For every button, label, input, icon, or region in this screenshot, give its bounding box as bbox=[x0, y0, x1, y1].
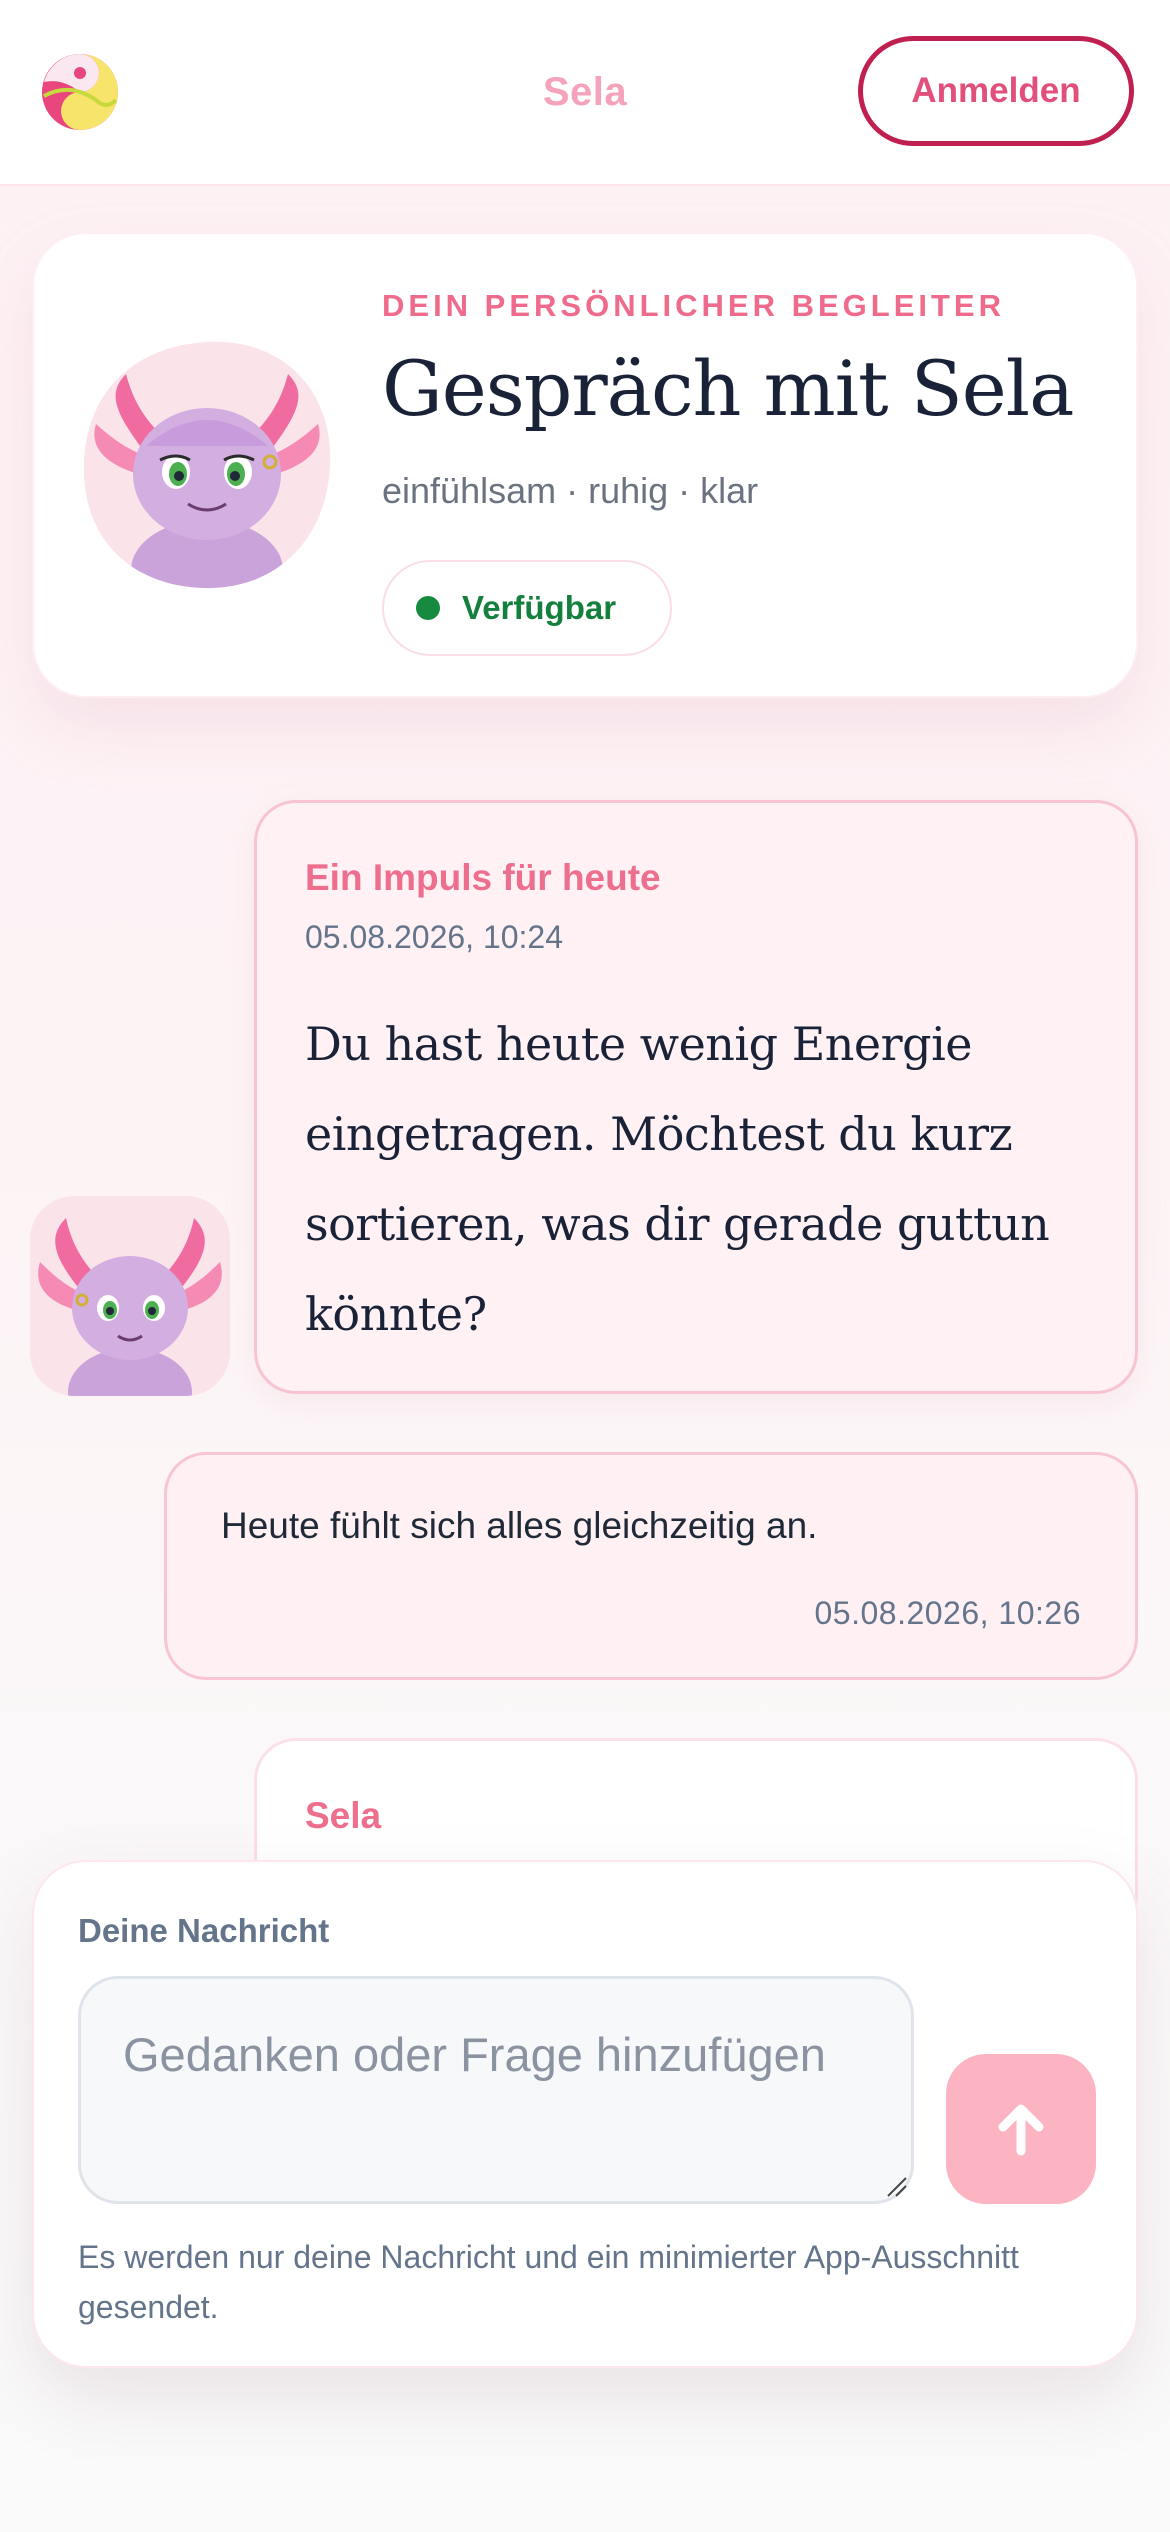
status-badge: Verfügbar bbox=[382, 560, 672, 656]
page-title: Gespräch mit Sela bbox=[382, 344, 1074, 433]
message-timestamp: 05.08.2026, 10:24 bbox=[305, 919, 564, 955]
message-text: Heute fühlt sich alles gleichzeitig an. bbox=[221, 1505, 818, 1546]
composer-label: Deine Nachricht bbox=[78, 1912, 330, 1949]
axolotl-avatar-small-icon bbox=[30, 1196, 230, 1396]
app-header: Sela Anmelden bbox=[0, 0, 1170, 186]
arrow-up-icon bbox=[998, 2104, 1044, 2156]
resize-grip-icon[interactable] bbox=[884, 2174, 908, 2198]
message-timestamp: 05.08.2026, 10:26 bbox=[814, 1595, 1081, 1631]
message-title: Ein Impuls für heute bbox=[305, 857, 661, 898]
user-message: Heute fühlt sich alles gleichzeitig an. … bbox=[164, 1452, 1138, 1680]
assistant-impulse-message: Ein Impuls für heute 05.08.2026, 10:24 D… bbox=[254, 800, 1138, 1394]
axolotl-avatar-icon bbox=[83, 341, 331, 589]
send-button[interactable] bbox=[946, 2054, 1096, 2204]
companion-profile-card: DEIN PERSÖNLICHER BEGLEITER Gespräch mit… bbox=[32, 232, 1138, 698]
profile-traits: einfühlsam · ruhig · klar bbox=[382, 470, 759, 511]
status-dot-icon bbox=[416, 596, 440, 620]
status-text: Verfügbar bbox=[462, 589, 617, 626]
login-button[interactable]: Anmelden bbox=[858, 36, 1134, 146]
message-input[interactable] bbox=[78, 1976, 914, 2204]
message-composer: Deine Nachricht Es werden nur deine Nach… bbox=[32, 1860, 1138, 2368]
message-sender-name: Sela bbox=[305, 1795, 382, 1836]
message-text: Du hast heute wenig Energie eingetragen.… bbox=[305, 1017, 1050, 1341]
privacy-note: Es werden nur deine Nachricht und ein mi… bbox=[78, 2239, 1019, 2325]
profile-eyebrow: DEIN PERSÖNLICHER BEGLEITER bbox=[382, 288, 1005, 323]
